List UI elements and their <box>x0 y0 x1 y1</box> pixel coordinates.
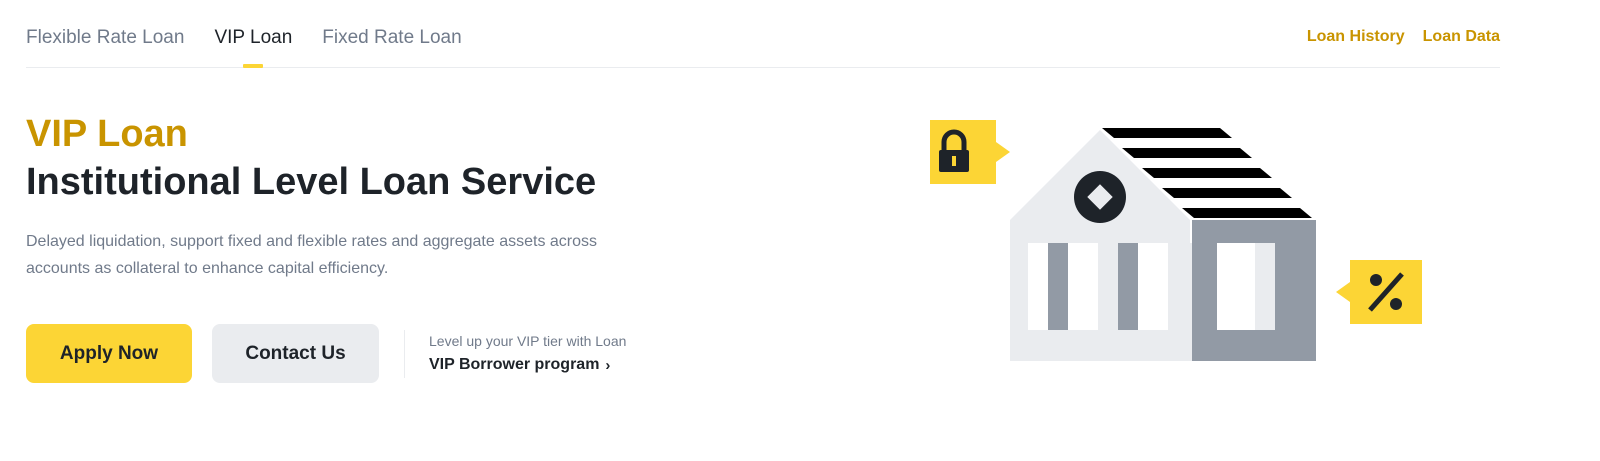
top-links: Loan History Loan Data <box>1307 28 1500 46</box>
lock-icon <box>930 120 1010 184</box>
hero-subtitle: Institutional Level Loan Service <box>26 161 597 203</box>
apply-now-button[interactable]: Apply Now <box>26 324 192 383</box>
vip-borrower-program-link[interactable]: VIP Borrower program › <box>429 356 610 374</box>
top-navigation: Flexible Rate Loan VIP Loan Fixed Rate L… <box>26 0 1500 68</box>
tab-flexible-rate-loan[interactable]: Flexible Rate Loan <box>26 26 184 50</box>
promo-caption: Level up your VIP tier with Loan <box>429 333 627 349</box>
loan-data-link[interactable]: Loan Data <box>1423 28 1500 46</box>
loan-tabs: Flexible Rate Loan VIP Loan Fixed Rate L… <box>26 26 462 68</box>
bank-building <box>1010 128 1316 361</box>
active-tab-indicator <box>243 64 264 68</box>
chevron-right-icon: › <box>605 356 611 374</box>
vip-borrower-program-label: VIP Borrower program <box>429 356 600 373</box>
contact-us-button[interactable]: Contact Us <box>212 324 379 383</box>
hero-title: VIP Loan <box>26 113 188 155</box>
loan-history-link[interactable]: Loan History <box>1307 28 1405 46</box>
divider <box>404 330 405 378</box>
percent-icon <box>1336 260 1422 324</box>
tab-vip-loan-label: VIP Loan <box>214 27 293 48</box>
hero-description: Delayed liquidation, support fixed and f… <box>26 233 598 277</box>
tab-vip-loan[interactable]: VIP Loan <box>214 26 293 68</box>
tab-fixed-rate-loan[interactable]: Fixed Rate Loan <box>322 26 461 50</box>
bank-illustration <box>930 120 1422 361</box>
